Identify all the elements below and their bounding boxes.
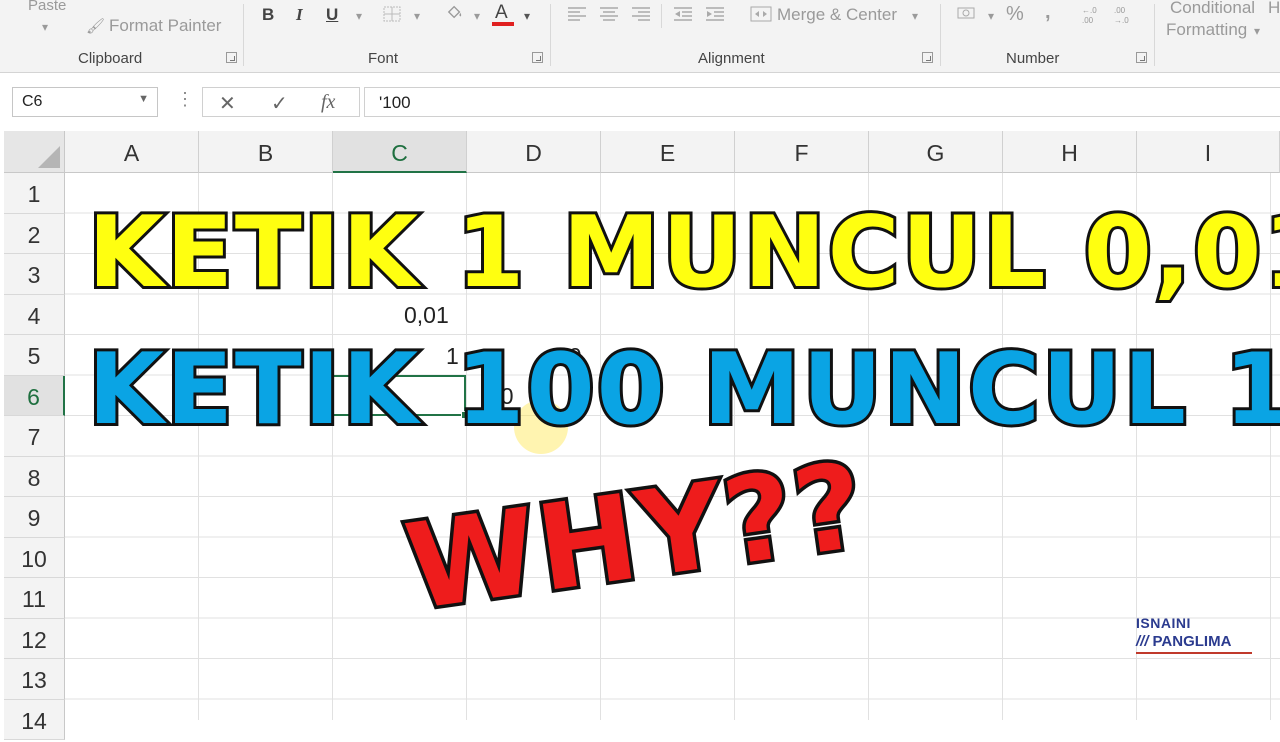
merge-dropdown-icon[interactable]: ▾	[912, 9, 918, 23]
svg-text:←.0: ←.0	[1082, 6, 1097, 15]
underline-button[interactable]: U	[326, 5, 338, 25]
ribbon: Paste ▾ 🖌 Format Painter Clipboard B I U …	[0, 0, 1280, 73]
headline-line1: KETIK 1 MUNCUL 0,01	[85, 193, 1280, 313]
increase-indent-icon[interactable]	[704, 6, 726, 22]
formula-bar: C6 ▼ ⋮ ✕ ✓ fx '100	[0, 73, 1280, 131]
styles-partial-label[interactable]: H	[1268, 0, 1280, 18]
group-separator	[243, 4, 244, 66]
group-separator	[550, 4, 551, 66]
merge-center-button[interactable]: Merge & Center	[750, 5, 897, 25]
formula-buttons: ✕ ✓ fx	[202, 87, 360, 117]
paste-dropdown-icon[interactable]: ▾	[42, 20, 48, 34]
svg-text:→.0: →.0	[1114, 16, 1129, 25]
name-box[interactable]: C6 ▼	[12, 87, 158, 117]
cancel-icon[interactable]: ✕	[219, 91, 236, 116]
number-group-label: Number	[1006, 50, 1060, 67]
fill-color-icon[interactable]	[444, 4, 466, 20]
format-painter-label: Format Painter	[109, 16, 222, 35]
font-color-dropdown-icon[interactable]: ▾	[524, 9, 530, 23]
font-dialog-launcher-icon[interactable]	[532, 52, 543, 63]
svg-text:.00: .00	[1082, 16, 1094, 25]
insert-function-icon[interactable]: fx	[321, 91, 335, 114]
logo-underline	[1136, 652, 1252, 654]
font-group-label: Font	[368, 50, 399, 67]
merge-center-label: Merge & Center	[777, 5, 897, 24]
channel-logo: ISNAINI ///PANGLIMA	[1136, 615, 1252, 654]
borders-dropdown-icon[interactable]: ▾	[414, 9, 420, 23]
svg-text:.00: .00	[1114, 6, 1126, 15]
logo-slashes-icon: ///	[1136, 633, 1149, 650]
more-options-icon[interactable]: ⋮	[176, 89, 194, 110]
name-box-dropdown-icon[interactable]: ▼	[138, 93, 149, 105]
underline-dropdown-icon[interactable]: ▾	[356, 9, 362, 23]
headline-line2: KETIK 100 MUNCUL 1	[85, 330, 1280, 450]
increase-decimal-icon[interactable]: ←.0 .00	[1080, 4, 1106, 26]
paste-button[interactable]: Paste	[28, 0, 66, 14]
align-center-icon[interactable]	[598, 6, 620, 22]
align-left-icon[interactable]	[566, 6, 588, 22]
separator	[661, 4, 662, 28]
align-right-icon[interactable]	[630, 6, 652, 22]
percent-style-button[interactable]: %	[1006, 3, 1024, 26]
formula-content: '100	[379, 93, 411, 112]
paintbrush-icon: 🖌	[86, 18, 106, 35]
decrease-indent-icon[interactable]	[672, 6, 694, 22]
conditional-formatting-dropdown-icon[interactable]: ▾	[1254, 24, 1260, 38]
formula-input[interactable]: '100	[364, 87, 1280, 117]
logo-line2: PANGLIMA	[1152, 633, 1232, 650]
logo-line2-wrap: ///PANGLIMA	[1136, 633, 1252, 650]
merge-cells-icon	[750, 6, 772, 22]
accounting-format-icon[interactable]	[956, 5, 978, 21]
logo-line1: ISNAINI	[1136, 615, 1191, 631]
group-separator	[940, 4, 941, 66]
italic-button[interactable]: I	[296, 5, 303, 25]
comma-style-button[interactable]: ,	[1045, 1, 1051, 24]
alignment-group-label: Alignment	[698, 50, 765, 67]
clipboard-dialog-launcher-icon[interactable]	[226, 52, 237, 63]
group-separator	[1154, 4, 1155, 66]
format-painter-button[interactable]: 🖌 Format Painter	[86, 16, 221, 36]
conditional-formatting-label-line2[interactable]: Formatting	[1166, 20, 1247, 40]
alignment-dialog-launcher-icon[interactable]	[922, 52, 933, 63]
clipboard-group-label: Clipboard	[78, 50, 143, 67]
fill-color-dropdown-icon[interactable]: ▾	[474, 9, 480, 23]
borders-icon[interactable]	[382, 6, 404, 22]
decrease-decimal-icon[interactable]: .00 →.0	[1112, 4, 1138, 26]
enter-icon[interactable]: ✓	[271, 91, 288, 116]
bold-button[interactable]: B	[262, 5, 274, 25]
number-dialog-launcher-icon[interactable]	[1136, 52, 1147, 63]
conditional-formatting-label-line1[interactable]: Conditional	[1170, 0, 1255, 18]
accounting-dropdown-icon[interactable]: ▾	[988, 9, 994, 23]
font-color-button[interactable]: A	[495, 2, 508, 24]
name-box-value: C6	[22, 93, 43, 110]
font-color-swatch	[492, 22, 514, 26]
